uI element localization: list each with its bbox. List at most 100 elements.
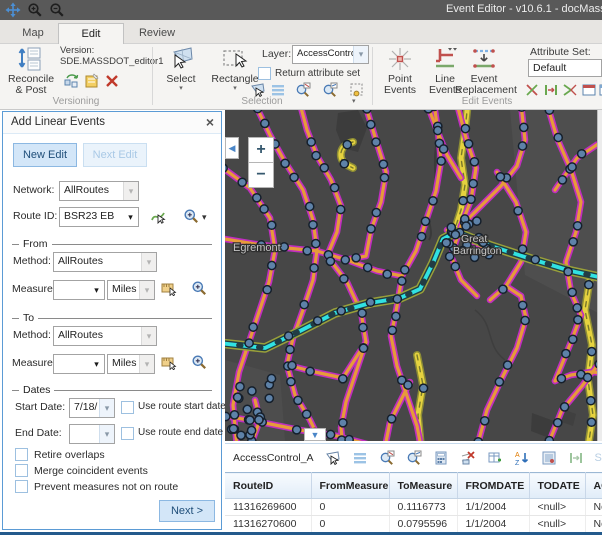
col-access[interactable]: ACC [585, 473, 602, 499]
table-row[interactable]: 11316269600 0 0.1116773 1/1/2004 <null> … [225, 499, 602, 516]
cell[interactable]: 0.1116773 [389, 499, 457, 516]
select-button[interactable]: Select ▾ [158, 46, 204, 93]
next-edit-button[interactable]: Next Edit [83, 143, 147, 167]
field-calculator-icon[interactable] [433, 450, 449, 466]
col-todate[interactable]: TODATE [529, 473, 585, 499]
save-label[interactable]: Sa [595, 452, 602, 464]
start-date-dropdown-icon[interactable]: ▾ [99, 399, 114, 417]
network-select[interactable]: AllRoutes ▾ [59, 181, 139, 201]
select-dropdown-icon[interactable]: ▾ [158, 85, 204, 93]
conflicts-icon[interactable] [64, 73, 80, 89]
route-zoom-icon[interactable] [183, 208, 199, 224]
cell[interactable]: <null> [529, 516, 585, 533]
from-method-label: Method: [13, 255, 51, 267]
cell[interactable]: 11316270600 [225, 516, 311, 533]
return-attribute-set-checkbox[interactable] [258, 67, 271, 80]
cell[interactable]: 1/1/2004 [457, 516, 529, 533]
route-id-select[interactable]: BSR23 EB ▾ [59, 207, 139, 227]
retire-overlaps-checkbox[interactable] [15, 448, 28, 461]
clear-selection-icon[interactable] [460, 450, 476, 466]
use-route-end-checkbox[interactable] [121, 427, 134, 440]
point-events-button[interactable]: Point Events [378, 46, 422, 96]
attribute-set-select[interactable]: Default [528, 59, 602, 77]
title-bar: Event Editor - v10.6.1 - docMassDOTM [0, 0, 602, 20]
to-method-dropdown-icon: ▾ [141, 327, 156, 345]
map-zoom-out-button[interactable]: − [248, 162, 274, 188]
from-method-select[interactable]: AllRoutes ▾ [53, 252, 157, 272]
window-title: Event Editor - v10.6.1 - docMassDOTM [446, 3, 602, 15]
versioning-group-label: Versioning [0, 96, 152, 108]
add-record-icon[interactable] [487, 450, 503, 466]
merge-coincident-checkbox[interactable] [15, 464, 28, 477]
delete-version-icon[interactable] [104, 73, 120, 89]
new-edit-button[interactable]: New Edit [13, 143, 77, 167]
cell[interactable]: No [585, 499, 602, 516]
from-measure-dropdown-icon[interactable]: ▾ [89, 281, 104, 299]
zoom-to-selection-icon[interactable] [379, 450, 395, 466]
zoom-out-icon[interactable] [49, 2, 65, 18]
from-measure-ruler-icon[interactable] [161, 280, 177, 296]
next-button[interactable]: Next > [159, 500, 215, 522]
pan-icon[interactable] [5, 2, 21, 18]
from-units-select[interactable]: Miles ▾ [107, 280, 155, 300]
tab-map[interactable]: Map [10, 23, 56, 44]
to-method-select[interactable]: AllRoutes ▾ [53, 326, 157, 346]
panel-header: Add Linear Events × [3, 112, 221, 134]
col-fromdate[interactable]: FROMDATE [457, 473, 529, 499]
table-list-icon[interactable] [352, 450, 368, 466]
to-measure-input[interactable]: ▾ [53, 354, 105, 374]
collapse-panel-button[interactable]: ◀ [225, 137, 239, 159]
cell[interactable]: 0 [311, 499, 389, 516]
prevent-measures-checkbox[interactable] [15, 480, 28, 493]
attribute-table: RouteID FromMeasure ToMeasure FROMDATE T… [225, 472, 602, 533]
tab-edit[interactable]: Edit [58, 23, 124, 44]
layer-dropdown-icon[interactable]: ▾ [353, 46, 368, 63]
tab-review[interactable]: Review [126, 23, 188, 44]
from-measure-input[interactable]: ▾ [53, 280, 105, 300]
reconcile-post-button[interactable]: Reconcile & Post [4, 46, 58, 96]
map-zoom-in-button[interactable]: + [248, 137, 274, 163]
to-units-select[interactable]: Miles ▾ [107, 354, 155, 374]
end-date-input[interactable]: ▾ [69, 424, 115, 444]
layer-select[interactable]: AccessControl_A ▾ [292, 45, 369, 64]
version-label: Version: [60, 45, 94, 56]
open-attributes-icon[interactable] [541, 450, 557, 466]
table-select-icon[interactable] [325, 450, 341, 466]
col-tomeasure[interactable]: ToMeasure [389, 473, 457, 499]
table-row[interactable]: 11316270600 0 0.0795596 1/1/2004 <null> … [225, 516, 602, 533]
start-date-label: Start Date: [15, 401, 65, 413]
cell[interactable]: 0 [311, 516, 389, 533]
to-measure-zoom-icon[interactable] [191, 354, 207, 370]
route-id-dropdown-icon[interactable]: ▾ [123, 208, 138, 226]
close-icon[interactable]: × [206, 114, 214, 130]
cell[interactable]: No [585, 516, 602, 533]
to-measure-ruler-icon[interactable] [161, 354, 177, 370]
cell[interactable]: 0.0795596 [389, 516, 457, 533]
zoom-to-feature-icon[interactable] [406, 450, 422, 466]
collapse-table-button[interactable]: ▼ [304, 428, 326, 441]
cell[interactable]: 1/1/2004 [457, 499, 529, 516]
use-route-start-checkbox[interactable] [121, 401, 134, 414]
cell[interactable]: 11316269600 [225, 499, 311, 516]
start-date-input[interactable]: 7/18/ ▾ [69, 398, 115, 418]
col-routeid[interactable]: RouteID [225, 473, 311, 499]
point-events-icon [387, 46, 413, 72]
zoom-in-icon[interactable] [27, 2, 43, 18]
map-canvas[interactable]: Egremont Great Barrington [225, 110, 602, 441]
cell[interactable]: <null> [529, 499, 585, 516]
svg-text:A: A [515, 452, 520, 459]
col-frommeasure[interactable]: FromMeasure [311, 473, 389, 499]
from-measure-zoom-icon[interactable] [191, 280, 207, 296]
sort-icon[interactable]: AZ [514, 450, 530, 466]
map-view[interactable]: Egremont Great Barrington ◀ + − ▼ [225, 110, 602, 441]
table-split-icon[interactable] [568, 450, 584, 466]
select-tool-icon [168, 46, 194, 72]
post-changes-icon[interactable] [84, 73, 100, 89]
from-divider: From [12, 238, 212, 250]
route-zoom-dropdown-icon[interactable]: ▾ [202, 212, 207, 223]
event-replacement-button[interactable]: Event Replacement [455, 46, 513, 96]
map-scrollbar[interactable] [597, 110, 602, 441]
end-date-dropdown-icon[interactable]: ▾ [99, 425, 114, 443]
select-route-icon[interactable] [150, 208, 166, 224]
to-measure-dropdown-icon[interactable]: ▾ [89, 355, 104, 373]
